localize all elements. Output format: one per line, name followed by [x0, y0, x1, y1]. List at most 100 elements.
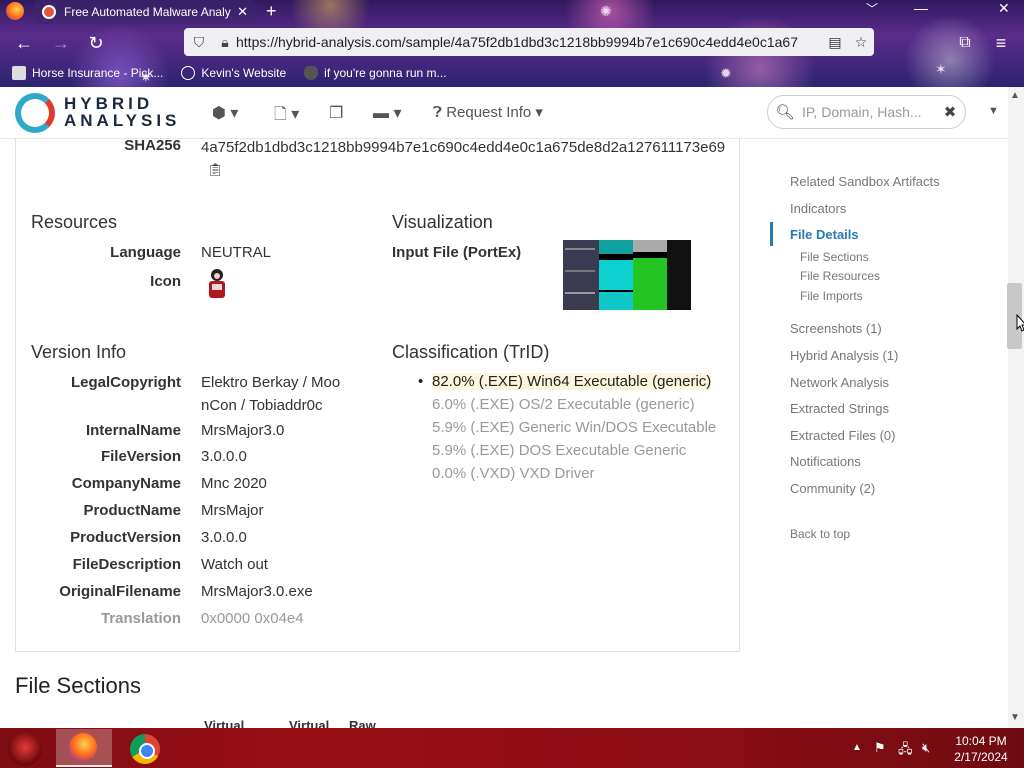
filedescription-label: FileDescription: [72, 556, 181, 573]
windows-taskbar: ▲ ⚑ 🖧︎ 🔇︎ 10:04 PM 2/17/2024: [0, 728, 1024, 768]
file-sections-title: File Sections: [15, 673, 141, 698]
hamburger-menu-icon[interactable]: ≡: [990, 32, 1012, 54]
question-circle-icon: ❓︎: [433, 104, 443, 121]
visualization-title: Visualization: [392, 212, 493, 232]
bookmark-label: Kevin's Website: [201, 66, 287, 80]
nav-back-to-top[interactable]: Back to top: [790, 527, 850, 541]
productname-value: MrsMajor: [201, 502, 264, 519]
mask-icon: [304, 66, 319, 80]
nav-hybrid-analysis[interactable]: Hybrid Analysis (1): [790, 348, 898, 363]
scroll-up-icon[interactable]: ▲: [1010, 90, 1020, 101]
productversion-label: ProductVersion: [70, 529, 181, 546]
copy-icon[interactable]: ❐: [329, 103, 343, 123]
filedescription-value: Watch out: [201, 556, 268, 573]
logo-line: HYBRID: [64, 94, 154, 113]
tab-active[interactable]: Free Automated Malware Analy ✕: [34, 0, 256, 24]
mouse-cursor-icon: [1016, 314, 1024, 332]
portex-visualization-image[interactable]: [563, 240, 691, 310]
close-window-icon[interactable]: ✕: [998, 0, 1010, 17]
column-header: Virtual: [204, 718, 245, 728]
folder-dropdown-icon[interactable]: ▬ ▾: [373, 103, 401, 123]
internalname-label: InternalName: [85, 422, 181, 439]
url-text[interactable]: https://hybrid-analysis.com/sample/4a75f…: [236, 34, 822, 50]
companyname-label: CompanyName: [71, 475, 181, 492]
sha256-value: 4a75f2db1dbd3c1218bb9994b7e1c690c4edd4e0…: [201, 137, 731, 181]
clock-time: 10:04 PM: [955, 734, 1007, 748]
nav-network-analysis[interactable]: Network Analysis: [790, 375, 889, 390]
bookmark-label: Horse Insurance - Pick...: [32, 66, 164, 80]
network-icon[interactable]: 🖧︎: [898, 740, 913, 762]
close-tab-icon[interactable]: ✕: [237, 4, 248, 20]
firefox-icon: [69, 733, 97, 761]
back-arrow-icon[interactable]: ←: [13, 32, 35, 54]
translation-value: 0x0000 0x04e4: [201, 610, 304, 627]
nav-screenshots[interactable]: Screenshots (1): [790, 321, 882, 336]
clock-date: 2/17/2024: [954, 750, 1008, 764]
extensions-icon[interactable]: ⧉: [954, 32, 976, 54]
trid-item: 5.9% (.EXE) DOS Executable Generic: [416, 439, 726, 462]
flag-icon[interactable]: ⚑: [874, 740, 886, 756]
nav-indicators[interactable]: Indicators: [790, 201, 846, 216]
bookmark-item[interactable]: if you're gonna run m...: [304, 66, 447, 80]
nav-community[interactable]: Community (2): [790, 481, 875, 496]
logo-icon[interactable]: [15, 93, 55, 133]
companyname-value: Mnc 2020: [201, 475, 267, 492]
horse-icon: [12, 66, 26, 80]
account-dropdown-icon[interactable]: ▼: [988, 105, 999, 117]
nav-notifications[interactable]: Notifications: [790, 454, 861, 469]
sha256-hash: 4a75f2db1dbd3c1218bb9994b7e1c690c4edd4e0…: [201, 139, 726, 156]
nav-file-imports[interactable]: File Imports: [800, 289, 863, 303]
bookmark-item[interactable]: Horse Insurance - Pick...: [12, 66, 163, 80]
trid-item-text: 0.0% (.VXD) VXD Driver: [432, 465, 595, 482]
trid-item-text: 5.9% (.EXE) DOS Executable Generic: [432, 442, 687, 459]
lock-icon[interactable]: 🔒︎: [214, 34, 236, 51]
legalcopyright-label: LegalCopyright: [70, 374, 181, 391]
nav-file-resources[interactable]: File Resources: [800, 269, 880, 283]
site-logo[interactable]: HYBRID ANALYSIS: [64, 95, 180, 129]
nav-extracted-strings[interactable]: Extracted Strings: [790, 401, 889, 416]
site-header: HYBRID ANALYSIS ⬢ ▾ 🗋︎ ▾ ❐ ▬ ▾ ❓︎ Reques…: [0, 87, 1008, 139]
reader-view-icon[interactable]: ▤: [822, 34, 848, 51]
bookmark-item[interactable]: Kevin's Website: [181, 66, 286, 80]
icon-label: Icon: [150, 273, 181, 290]
trid-item: 5.9% (.EXE) Generic Win/DOS Executable: [416, 416, 726, 439]
reload-icon[interactable]: ↻: [85, 32, 107, 54]
shield-icon[interactable]: ⛉: [184, 34, 214, 51]
system-clock[interactable]: 10:04 PM 2/17/2024: [952, 733, 1010, 765]
volume-muted-icon[interactable]: 🔇︎: [922, 740, 930, 756]
sha256-label: SHA256: [124, 137, 181, 154]
copy-clipboard-icon[interactable]: 📋︎: [207, 162, 224, 177]
new-tab-button[interactable]: +: [266, 1, 277, 22]
internalname-value: MrsMajor3.0: [201, 422, 285, 439]
chevron-down-icon[interactable]: ﹀: [866, 0, 878, 17]
forward-arrow-icon[interactable]: →: [50, 32, 72, 54]
start-button[interactable]: [8, 732, 42, 766]
file-upload-dropdown-icon[interactable]: 🗋︎ ▾: [274, 103, 299, 130]
tab-favicon-icon: [42, 5, 56, 19]
trid-item: 6.0% (.EXE) OS/2 Executable (generic): [416, 393, 726, 416]
nav-file-details[interactable]: File Details: [790, 227, 859, 242]
productname-label: ProductName: [83, 502, 181, 519]
active-nav-indicator: [770, 222, 773, 246]
url-bar[interactable]: ⛉ 🔒︎ https://hybrid-analysis.com/sample/…: [184, 28, 874, 56]
request-info-menu[interactable]: ❓︎ Request Info ▾: [433, 103, 543, 121]
clear-search-icon[interactable]: ✖: [935, 103, 965, 121]
nav-related-sandbox-artifacts[interactable]: Related Sandbox Artifacts: [790, 174, 940, 189]
trid-item-text: 5.9% (.EXE) Generic Win/DOS Executable: [432, 419, 717, 436]
scroll-down-icon[interactable]: ▼: [1010, 712, 1020, 723]
nav-extracted-files[interactable]: Extracted Files (0): [790, 428, 895, 443]
cube-dropdown-icon[interactable]: ⬢ ▾: [212, 103, 238, 123]
nav-file-sections[interactable]: File Sections: [800, 250, 869, 264]
chrome-icon[interactable]: [130, 734, 160, 764]
firefox-icon[interactable]: [6, 2, 24, 20]
tab-title: Free Automated Malware Analy: [64, 5, 231, 19]
taskbar-firefox[interactable]: [56, 729, 112, 767]
tray-overflow-icon[interactable]: ▲: [852, 742, 862, 753]
minimize-icon[interactable]: —: [914, 0, 928, 16]
search-input[interactable]: IP, Domain, Hash...: [802, 104, 935, 120]
page-scrollbar[interactable]: [1008, 87, 1024, 728]
search-box[interactable]: 🔍︎ IP, Domain, Hash... ✖: [767, 95, 966, 129]
bookmark-star-icon[interactable]: ☆: [848, 34, 874, 51]
trid-item: 0.0% (.VXD) VXD Driver: [416, 462, 726, 485]
originalfilename-value: MrsMajor3.0.exe: [201, 583, 313, 600]
